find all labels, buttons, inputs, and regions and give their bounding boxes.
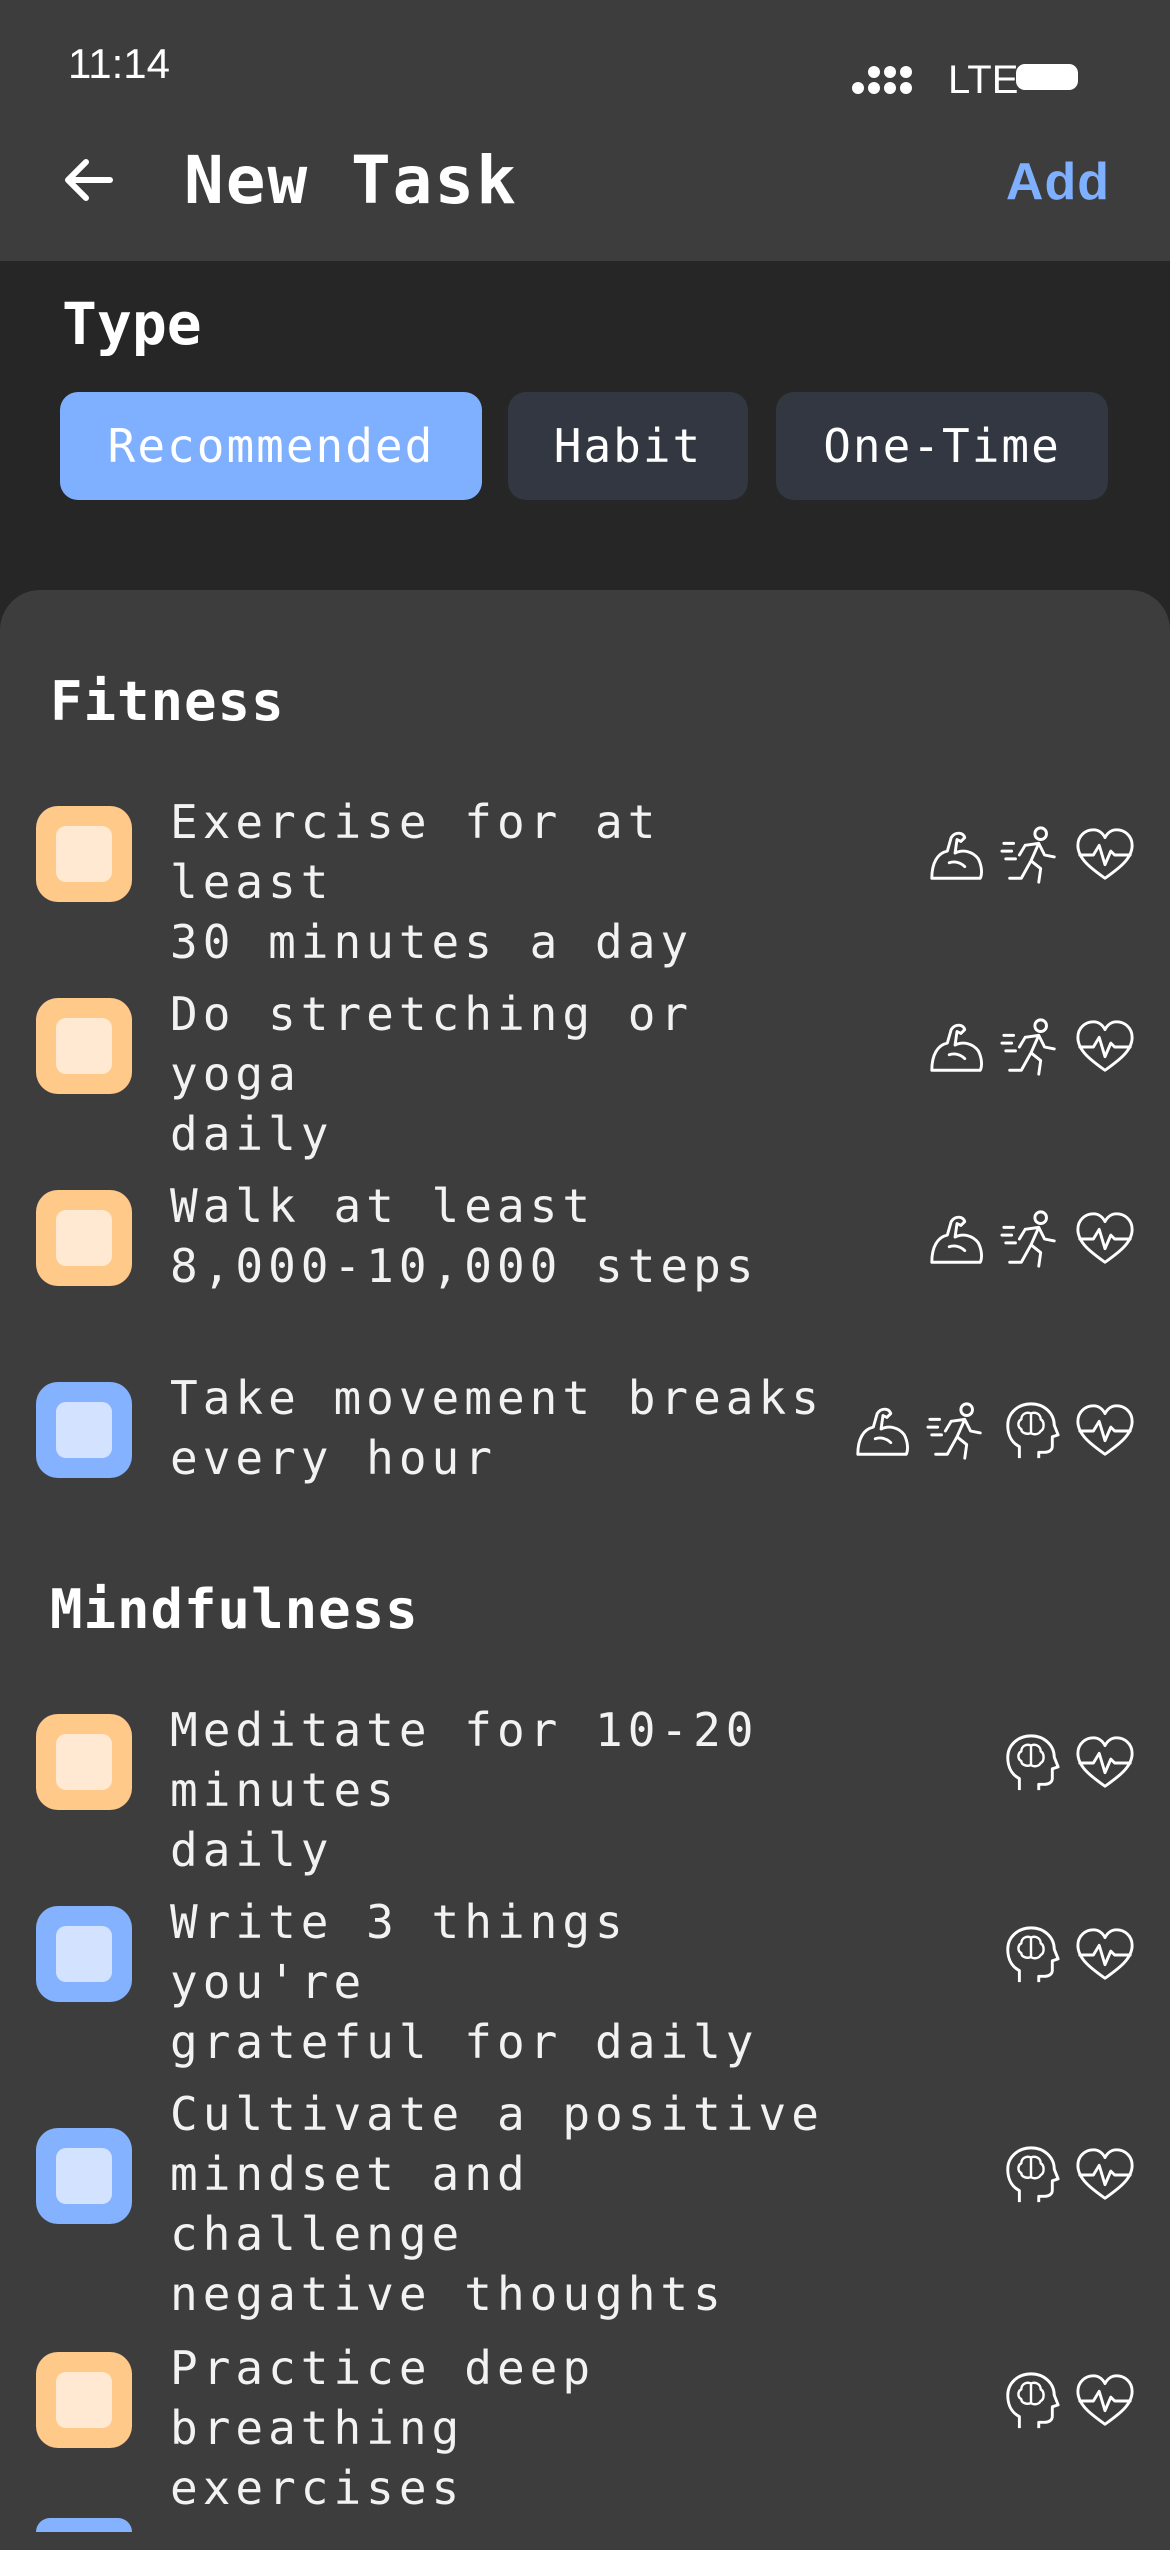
task-tags bbox=[1000, 1924, 1136, 1986]
type-option-habit[interactable]: Habit bbox=[508, 392, 748, 500]
type-option-recommended[interactable]: Recommended bbox=[60, 392, 482, 500]
task-item[interactable]: Write 3 things you're grateful for daily bbox=[36, 1892, 1136, 2069]
running-icon bbox=[1000, 1210, 1056, 1268]
task-item[interactable]: Walk at least 8,000-10,000 steps bbox=[36, 1176, 1136, 1296]
muscle-icon bbox=[856, 1407, 909, 1456]
task-checkbox[interactable] bbox=[36, 1906, 132, 2002]
heart-pulse-icon bbox=[1076, 1736, 1134, 1788]
task-tags bbox=[1000, 2370, 1136, 2432]
running-icon bbox=[926, 1402, 982, 1460]
task-label: Do stretching or yoga daily bbox=[170, 987, 694, 1161]
brain-head-icon bbox=[1006, 2372, 1060, 2429]
task-tags bbox=[1000, 1732, 1136, 1794]
task-item[interactable]: Cultivate a positive mindset and challen… bbox=[36, 2084, 1136, 2321]
task-label: Walk at least 8,000-10,000 steps bbox=[170, 1179, 759, 1293]
heart-pulse-icon bbox=[1076, 2374, 1134, 2426]
task-item[interactable]: Exercise for at least 30 minutes a day bbox=[36, 792, 1136, 969]
add-button[interactable]: Add bbox=[1006, 152, 1110, 212]
task-item[interactable]: Practice deep breathing exercises bbox=[36, 2338, 1136, 2515]
task-checkbox[interactable] bbox=[36, 2128, 132, 2224]
task-checkbox[interactable] bbox=[36, 1190, 132, 1286]
task-label: Cultivate a positive mindset and challen… bbox=[170, 2087, 824, 2321]
heart-pulse-icon bbox=[1076, 1928, 1134, 1980]
task-checkbox[interactable] bbox=[36, 1714, 132, 1810]
task-checkbox[interactable] bbox=[36, 806, 132, 902]
running-icon bbox=[1000, 826, 1056, 884]
brain-head-icon bbox=[1006, 1402, 1060, 1459]
heart-pulse-icon bbox=[1076, 828, 1134, 880]
type-option-one-time[interactable]: One-Time bbox=[776, 392, 1108, 500]
task-tags bbox=[852, 1400, 1136, 1462]
heart-pulse-icon bbox=[1076, 1212, 1134, 1264]
brain-head-icon bbox=[1006, 1734, 1060, 1791]
task-label: Write 3 things you're grateful for daily bbox=[170, 1895, 759, 2069]
task-tags bbox=[926, 1208, 1136, 1270]
heart-pulse-icon bbox=[1076, 1404, 1134, 1456]
section-title-fitness: Fitness bbox=[50, 670, 285, 733]
brain-head-icon bbox=[1006, 1926, 1060, 1983]
task-checkbox[interactable] bbox=[36, 1382, 132, 1478]
task-tags bbox=[926, 1016, 1136, 1078]
status-time: 11:14 bbox=[68, 40, 170, 87]
task-checkbox[interactable] bbox=[36, 2352, 132, 2448]
heart-pulse-icon bbox=[1076, 2148, 1134, 2200]
back-arrow-icon[interactable] bbox=[58, 150, 118, 210]
type-label: Type bbox=[62, 290, 202, 358]
task-checkbox[interactable] bbox=[36, 998, 132, 1094]
section-title-mindfulness: Mindfulness bbox=[50, 1578, 419, 1641]
network-label: LTE bbox=[948, 58, 1019, 102]
muscle-icon bbox=[930, 1215, 983, 1264]
heart-pulse-icon bbox=[1076, 1020, 1134, 1072]
battery-icon bbox=[1016, 64, 1078, 90]
task-label: Practice deep breathing exercises bbox=[170, 2341, 596, 2515]
task-tags bbox=[926, 824, 1136, 886]
top-bar: 11:14 LTE New Task Add bbox=[0, 0, 1170, 261]
muscle-icon bbox=[930, 831, 983, 880]
task-item[interactable]: Do stretching or yoga daily bbox=[36, 984, 1136, 1161]
muscle-icon bbox=[930, 1023, 983, 1072]
task-item[interactable]: Take movement breaks every hour bbox=[36, 1368, 1136, 1488]
task-label: Meditate for 10-20 minutes daily bbox=[170, 1703, 759, 1877]
task-checkbox-partial[interactable] bbox=[36, 2518, 132, 2532]
brain-head-icon bbox=[1006, 2146, 1060, 2203]
page-title: New Task bbox=[184, 142, 518, 219]
task-label: Exercise for at least 30 minutes a day bbox=[170, 795, 694, 969]
task-tags bbox=[1000, 2144, 1136, 2206]
running-icon bbox=[1000, 1018, 1056, 1076]
task-label: Take movement breaks every hour bbox=[170, 1371, 824, 1485]
signal-icon bbox=[852, 66, 912, 94]
task-item[interactable]: Meditate for 10-20 minutes daily bbox=[36, 1700, 1136, 1877]
